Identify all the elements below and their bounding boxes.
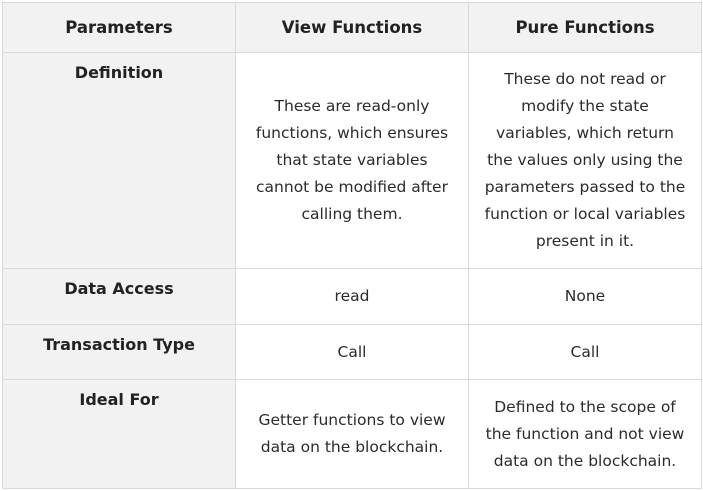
cell-view-data-access: read	[235, 268, 469, 325]
cell-pure-transaction-type: Call	[468, 324, 702, 380]
row-label-data-access: Data Access	[2, 268, 236, 325]
cell-pure-data-access: None	[468, 268, 702, 325]
table-header-row: Parameters View Functions Pure Functions	[2, 2, 702, 53]
row-label-ideal-for: Ideal For	[2, 379, 236, 489]
cell-view-transaction-type: Call	[235, 324, 469, 380]
table-row: Ideal For Getter functions to view data …	[2, 379, 702, 489]
table-row: Data Access read None	[2, 268, 702, 325]
cell-pure-ideal-for: Defined to the scope of the function and…	[468, 379, 702, 489]
table-row: Transaction Type Call Call	[2, 324, 702, 380]
cell-view-definition: These are read-only functions, which ens…	[235, 52, 469, 269]
row-label-definition: Definition	[2, 52, 236, 269]
comparison-table: Parameters View Functions Pure Functions…	[2, 2, 702, 489]
header-parameters: Parameters	[2, 2, 236, 53]
table-row: Definition These are read-only functions…	[2, 52, 702, 269]
row-label-transaction-type: Transaction Type	[2, 324, 236, 380]
cell-view-ideal-for: Getter functions to view data on the blo…	[235, 379, 469, 489]
header-view-functions: View Functions	[235, 2, 469, 53]
cell-pure-definition: These do not read or modify the state va…	[468, 52, 702, 269]
header-pure-functions: Pure Functions	[468, 2, 702, 53]
